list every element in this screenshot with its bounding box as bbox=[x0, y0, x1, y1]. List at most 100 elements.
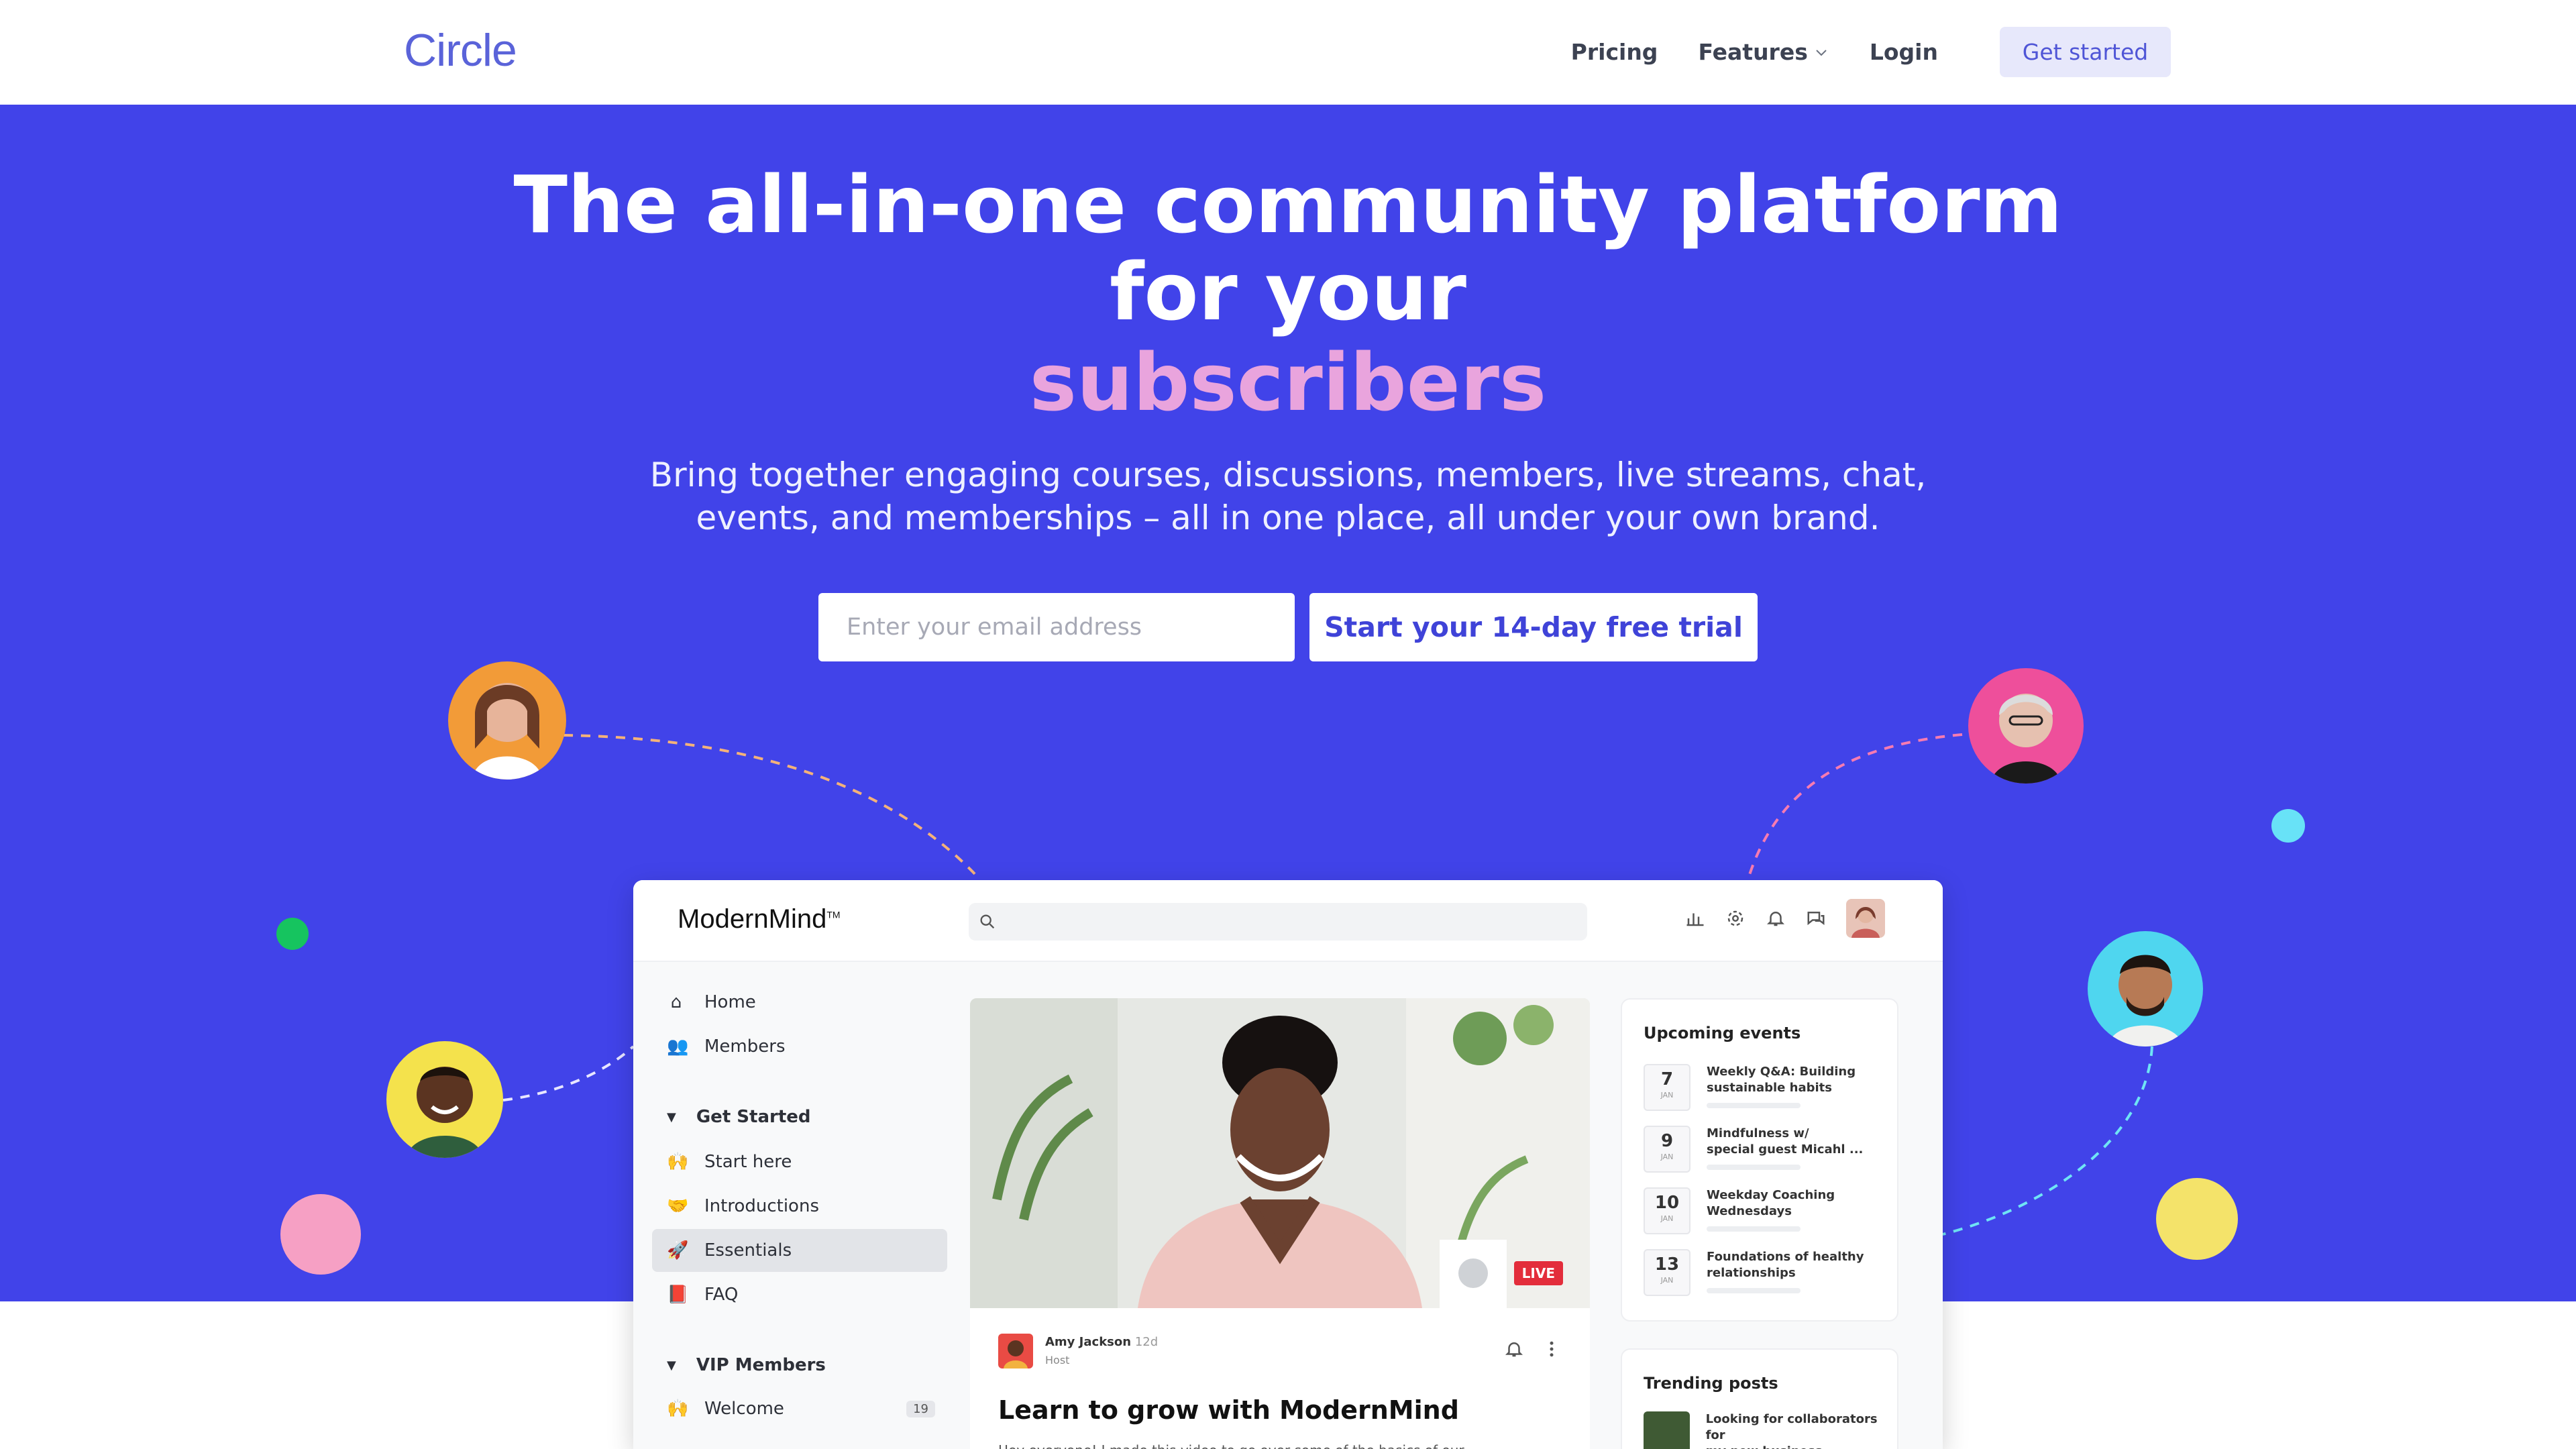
raised-hands-icon: 🙌 bbox=[667, 1399, 689, 1419]
event-progress-bar bbox=[1707, 1103, 1801, 1108]
app-sidebar: ⌂ Home 👥 Members ▼ Get Started 🙌 Start here … bbox=[633, 962, 950, 1449]
handshake-icon: 🤝 bbox=[667, 1196, 689, 1216]
caret-down-icon: ▼ bbox=[667, 1358, 676, 1373]
post-time: 12d bbox=[1134, 1335, 1159, 1349]
book-icon: 📕 bbox=[667, 1285, 689, 1305]
app-search-bar[interactable] bbox=[969, 903, 1587, 941]
nav-features-label: Features bbox=[1698, 39, 1808, 65]
sidebar-item-label: Home bbox=[704, 992, 756, 1012]
event-day: 7 bbox=[1660, 1069, 1674, 1089]
nav-pricing-link[interactable]: Pricing bbox=[1571, 39, 1658, 65]
raised-hands-icon: 🙌 bbox=[667, 1152, 689, 1172]
sidebar-item-faq[interactable]: 📕 FAQ bbox=[652, 1273, 947, 1316]
event-month: JAN bbox=[1660, 1152, 1674, 1161]
event-item[interactable]: 13 JAN Foundations of healthy relationships bbox=[1644, 1249, 1885, 1300]
sidebar-item-welcome[interactable]: 🙌 Welcome 19 bbox=[652, 1387, 947, 1430]
app-toolbar bbox=[1685, 899, 1885, 938]
start-trial-button[interactable]: Start your 14-day free trial bbox=[1309, 593, 1758, 661]
unread-count-badge: 19 bbox=[906, 1400, 935, 1417]
post-title[interactable]: Learn to grow with ModernMind bbox=[998, 1395, 1459, 1425]
decorative-pink-dot bbox=[280, 1194, 361, 1275]
trending-post-item[interactable]: Looking for collaborators for my new busi… bbox=[1644, 1411, 1897, 1449]
nav-login-link[interactable]: Login bbox=[1870, 39, 1938, 65]
event-title-line2: special guest Micahl ... bbox=[1707, 1142, 1864, 1157]
post-author-avatar[interactable] bbox=[998, 1334, 1033, 1368]
upcoming-events-panel: Upcoming events 7 JAN Weekly Q&A: Building… bbox=[1621, 998, 1898, 1322]
nav-features-dropdown[interactable]: Features bbox=[1698, 39, 1829, 65]
live-video-thumbnail[interactable]: LIVE bbox=[970, 998, 1590, 1308]
event-title-line2: sustainable habits bbox=[1707, 1081, 1832, 1095]
app-main-content: LIVE Amy Jackson 12d Host Learn to grow … bbox=[950, 962, 1943, 1449]
sidebar-item-label: Start here bbox=[704, 1152, 792, 1172]
more-options-icon[interactable] bbox=[1542, 1339, 1562, 1359]
members-icon: 👥 bbox=[667, 1036, 689, 1057]
event-progress-bar bbox=[1707, 1165, 1801, 1170]
user-avatar[interactable] bbox=[1846, 899, 1885, 938]
sidebar-group-vip-members[interactable]: ▼ VIP Members bbox=[667, 1355, 826, 1375]
event-title: Foundations of healthy relationships bbox=[1707, 1249, 1868, 1300]
event-title-line1: Mindfulness w/ bbox=[1707, 1126, 1809, 1140]
trending-post-line1: Looking for collaborators for bbox=[1705, 1412, 1878, 1442]
avatar-man-yellow bbox=[386, 1041, 503, 1158]
hero-subtitle-line2: events, and memberships – all in one pla… bbox=[696, 498, 1880, 537]
post-author-role: Host bbox=[1045, 1354, 1070, 1366]
home-icon: ⌂ bbox=[670, 992, 682, 1012]
event-date: 13 JAN bbox=[1644, 1249, 1690, 1296]
get-started-button[interactable]: Get started bbox=[2000, 27, 2171, 77]
sidebar-group-label: VIP Members bbox=[696, 1355, 826, 1375]
live-badge: LIVE bbox=[1513, 1261, 1563, 1285]
post-author-name[interactable]: Amy Jackson bbox=[1045, 1335, 1131, 1349]
event-item[interactable]: 9 JAN Mindfulness w/special guest Micahl .… bbox=[1644, 1126, 1885, 1177]
event-title-line1: Weekly Q&A: Building bbox=[1707, 1065, 1856, 1079]
sidebar-item-essentials[interactable]: 🚀 Essentials bbox=[652, 1229, 947, 1272]
hero-subtitle: Bring together engaging courses, discuss… bbox=[0, 453, 2576, 539]
sidebar-item-label: Members bbox=[704, 1036, 786, 1057]
sidebar-item-members[interactable]: 👥 Members bbox=[652, 1025, 947, 1068]
video-scene-image bbox=[970, 998, 1590, 1308]
sidebar-item-start-here[interactable]: 🙌 Start here bbox=[652, 1140, 947, 1183]
bell-icon[interactable] bbox=[1504, 1339, 1524, 1359]
trending-posts-panel: Trending posts Looking for collaborators… bbox=[1621, 1348, 1898, 1449]
trending-title: Trending posts bbox=[1644, 1374, 1778, 1393]
event-date: 7 JAN bbox=[1644, 1064, 1690, 1111]
event-progress-bar bbox=[1707, 1226, 1801, 1232]
hero-title-accent: subscribers bbox=[1029, 336, 1547, 429]
post-excerpt: Hey everyone! I made this video to go ov… bbox=[998, 1442, 1464, 1449]
hero-title: The all-in-one community platform for yo… bbox=[513, 158, 2063, 338]
event-month: JAN bbox=[1660, 1214, 1674, 1223]
event-month: JAN bbox=[1660, 1091, 1674, 1099]
event-title-line1: Weekday Coaching bbox=[1707, 1188, 1835, 1202]
event-progress-bar bbox=[1707, 1288, 1801, 1293]
event-title-line2: relationships bbox=[1707, 1266, 1796, 1280]
sidebar-item-home[interactable]: ⌂ Home bbox=[652, 981, 947, 1024]
circle-logo[interactable]: Circle bbox=[404, 24, 517, 76]
analytics-icon[interactable] bbox=[1685, 908, 1705, 928]
event-day: 9 bbox=[1660, 1131, 1674, 1151]
sidebar-item-label: Essentials bbox=[704, 1240, 792, 1260]
main-nav: Pricing Features Login Get started bbox=[1571, 27, 2171, 77]
caret-down-icon: ▼ bbox=[667, 1110, 676, 1124]
event-item[interactable]: 7 JAN Weekly Q&A: Building sustainable habi… bbox=[1644, 1064, 1885, 1115]
event-item[interactable]: 10 JAN Weekday Coaching Wednesdays bbox=[1644, 1187, 1885, 1238]
decorative-cyan-dot bbox=[2271, 809, 2305, 843]
hero-subtitle-line1: Bring together engaging courses, discuss… bbox=[649, 455, 1927, 494]
app-preview-window: ModernMindTM ⌂ Home 👥 Members ▼ Get Started… bbox=[633, 880, 1943, 1449]
gear-icon[interactable] bbox=[1725, 908, 1746, 928]
search-icon bbox=[980, 914, 995, 929]
avatar-woman-pink bbox=[1968, 668, 2084, 784]
app-brand: ModernMindTM bbox=[678, 904, 841, 934]
avatar-woman-orange bbox=[448, 661, 566, 780]
chat-icon[interactable] bbox=[1806, 908, 1826, 928]
avatar-man-cyan bbox=[2088, 931, 2203, 1046]
email-input[interactable] bbox=[818, 593, 1295, 661]
app-header: ModernMindTM bbox=[633, 880, 1943, 962]
sidebar-item-introductions[interactable]: 🤝 Introductions bbox=[652, 1185, 947, 1228]
rocket-icon: 🚀 bbox=[667, 1240, 689, 1260]
app-brand-name: ModernMind bbox=[678, 904, 827, 934]
feed-post: Amy Jackson 12d Host Learn to grow with … bbox=[970, 1308, 1590, 1449]
post-meta: Amy Jackson 12d bbox=[1045, 1335, 1158, 1349]
sidebar-item-label: FAQ bbox=[704, 1285, 739, 1305]
bell-icon[interactable] bbox=[1766, 908, 1786, 928]
event-date: 10 JAN bbox=[1644, 1187, 1690, 1234]
sidebar-group-get-started[interactable]: ▼ Get Started bbox=[667, 1107, 811, 1127]
